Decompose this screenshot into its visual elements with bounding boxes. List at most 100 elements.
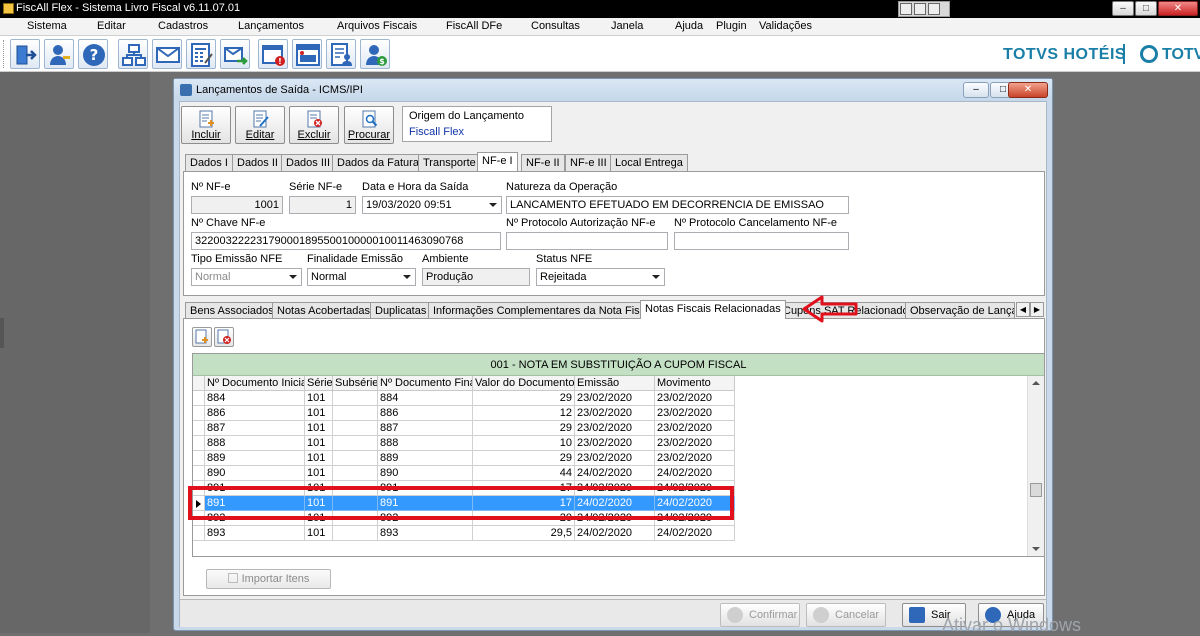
table-cell[interactable]: 884 xyxy=(378,391,473,406)
row-indicator-cell[interactable] xyxy=(193,526,205,541)
table-cell[interactable]: 101 xyxy=(305,466,333,481)
protocolo-cancelamento-field[interactable] xyxy=(674,232,849,250)
table-cell[interactable]: 23/02/2020 xyxy=(655,406,735,421)
menu-fiscall-dfe[interactable]: FiscAll DFe xyxy=(446,20,502,32)
table-cell[interactable]: 101 xyxy=(305,526,333,541)
menu-arquivos-fiscais[interactable]: Arquivos Fiscais xyxy=(337,20,417,32)
cancelar-button[interactable]: Cancelar xyxy=(806,603,886,627)
table-cell[interactable]: 23/02/2020 xyxy=(575,436,655,451)
table-cell[interactable]: 23/02/2020 xyxy=(575,451,655,466)
table-cell[interactable]: 890 xyxy=(205,466,305,481)
finalidade-select[interactable]: Normal xyxy=(307,268,416,286)
table-cell[interactable]: 44 xyxy=(473,466,575,481)
icms-icon[interactable] xyxy=(292,39,322,69)
table-cell[interactable]: 889 xyxy=(378,451,473,466)
data-saida-field[interactable]: 19/03/2020 09:51 xyxy=(362,196,502,214)
menu-editar[interactable]: Editar xyxy=(97,20,126,32)
table-cell[interactable]: 886 xyxy=(378,406,473,421)
table-cell[interactable]: 23/02/2020 xyxy=(575,421,655,436)
tab-scroll-right-icon[interactable]: ▶ xyxy=(1030,302,1044,317)
table-cell[interactable]: 23/02/2020 xyxy=(655,451,735,466)
menu-validacoes[interactable]: Validações xyxy=(759,20,812,32)
table-cell[interactable]: 23/02/2020 xyxy=(655,391,735,406)
tray-icon[interactable] xyxy=(928,3,940,15)
table-cell[interactable]: 29 xyxy=(473,451,575,466)
ambiente-field[interactable]: Produção xyxy=(422,268,530,286)
chave-field[interactable]: 3220032222317900018955001000001001146309… xyxy=(191,232,501,250)
table-cell[interactable] xyxy=(333,451,378,466)
tab-notas-acobertadas[interactable]: Notas Acobertadas xyxy=(272,302,375,319)
confirmar-button[interactable]: Confirmar xyxy=(720,603,800,627)
menu-lancamentos[interactable]: Lançamentos xyxy=(238,20,304,32)
table-cell[interactable]: 10 xyxy=(473,436,575,451)
table-cell[interactable]: 29,5 xyxy=(473,526,575,541)
table-cell[interactable]: 23/02/2020 xyxy=(575,391,655,406)
mail-send-icon[interactable] xyxy=(220,39,250,69)
grid-vertical-scrollbar[interactable] xyxy=(1027,376,1044,556)
table-cell[interactable]: 101 xyxy=(305,406,333,421)
tray-icon[interactable] xyxy=(900,3,912,15)
table-cell[interactable]: 23/02/2020 xyxy=(655,421,735,436)
dropdown-arrow-icon[interactable] xyxy=(289,275,297,279)
menu-cadastros[interactable]: Cadastros xyxy=(158,20,208,32)
importar-itens-button[interactable]: Importar Itens xyxy=(206,569,331,589)
dropdown-arrow-icon[interactable] xyxy=(489,203,497,207)
tab-duplicatas[interactable]: Duplicatas xyxy=(370,302,432,319)
tab-nfe-ii[interactable]: NF-e II xyxy=(521,154,565,171)
maximize-button[interactable]: □ xyxy=(1135,1,1157,16)
table-cell[interactable] xyxy=(333,436,378,451)
row-indicator-cell[interactable] xyxy=(193,406,205,421)
col-serie[interactable]: Série xyxy=(305,376,333,391)
table-cell[interactable]: 101 xyxy=(305,391,333,406)
tab-dados-fatura[interactable]: Dados da Fatura xyxy=(332,154,424,171)
natureza-field[interactable]: LANCAMENTO EFETUADO EM DECORRENCIA DE EM… xyxy=(506,196,849,214)
table-cell[interactable] xyxy=(333,421,378,436)
user-key-icon[interactable] xyxy=(44,39,74,69)
document-user-icon[interactable] xyxy=(326,39,356,69)
table-cell[interactable]: 890 xyxy=(378,466,473,481)
dropdown-arrow-icon[interactable] xyxy=(652,275,660,279)
protocolo-autorizacao-field[interactable] xyxy=(506,232,668,250)
col-movimento[interactable]: Movimento xyxy=(655,376,735,391)
tab-scroll-left-icon[interactable]: ◀ xyxy=(1016,302,1030,317)
row-indicator-cell[interactable] xyxy=(193,436,205,451)
remove-item-button[interactable] xyxy=(214,327,234,347)
exit-icon[interactable] xyxy=(10,39,40,69)
col-emissao[interactable]: Emissão xyxy=(575,376,655,391)
table-cell[interactable]: 889 xyxy=(205,451,305,466)
table-cell[interactable]: 887 xyxy=(378,421,473,436)
col-doc-inicial[interactable]: Nº Documento Inicial xyxy=(205,376,305,391)
dropdown-arrow-icon[interactable] xyxy=(403,275,411,279)
network-icon[interactable] xyxy=(118,39,148,69)
procurar-button[interactable]: Procurar xyxy=(344,106,394,144)
table-cell[interactable]: 887 xyxy=(205,421,305,436)
table-cell[interactable]: 888 xyxy=(205,436,305,451)
menu-sistema[interactable]: Sistema xyxy=(27,20,67,32)
table-cell[interactable]: 23/02/2020 xyxy=(575,406,655,421)
tipo-emissao-select[interactable]: Normal xyxy=(191,268,302,286)
table-cell[interactable]: 888 xyxy=(378,436,473,451)
scroll-up-icon[interactable] xyxy=(1032,381,1040,385)
table-cell[interactable]: 24/02/2020 xyxy=(575,466,655,481)
table-cell[interactable] xyxy=(333,526,378,541)
row-indicator-cell[interactable] xyxy=(193,421,205,436)
tab-dados-i[interactable]: Dados I xyxy=(185,154,233,171)
left-splitter[interactable] xyxy=(0,318,4,348)
scroll-thumb[interactable] xyxy=(1030,483,1042,497)
table-cell[interactable]: 24/02/2020 xyxy=(655,526,735,541)
table-cell[interactable]: 101 xyxy=(305,436,333,451)
close-button[interactable]: ✕ xyxy=(1158,1,1198,16)
col-valor-documento[interactable]: Valor do Documento xyxy=(473,376,575,391)
table-cell[interactable]: 23/02/2020 xyxy=(655,436,735,451)
status-nfe-select[interactable]: Rejeitada xyxy=(536,268,665,286)
row-indicator-cell[interactable] xyxy=(193,391,205,406)
tab-local-entrega[interactable]: Local Entrega xyxy=(610,154,688,171)
tab-observacao-lancamento[interactable]: Observação de Lançam xyxy=(905,302,1015,319)
dialog-minimize-button[interactable]: – xyxy=(963,82,989,98)
dialog-close-button[interactable]: ✕ xyxy=(1008,82,1048,98)
calculator-icon[interactable] xyxy=(186,39,216,69)
excluir-button[interactable]: Excluir xyxy=(289,106,339,144)
table-cell[interactable]: 29 xyxy=(473,391,575,406)
col-doc-final[interactable]: Nº Documento Final xyxy=(378,376,473,391)
menu-consultas[interactable]: Consultas xyxy=(531,20,580,32)
